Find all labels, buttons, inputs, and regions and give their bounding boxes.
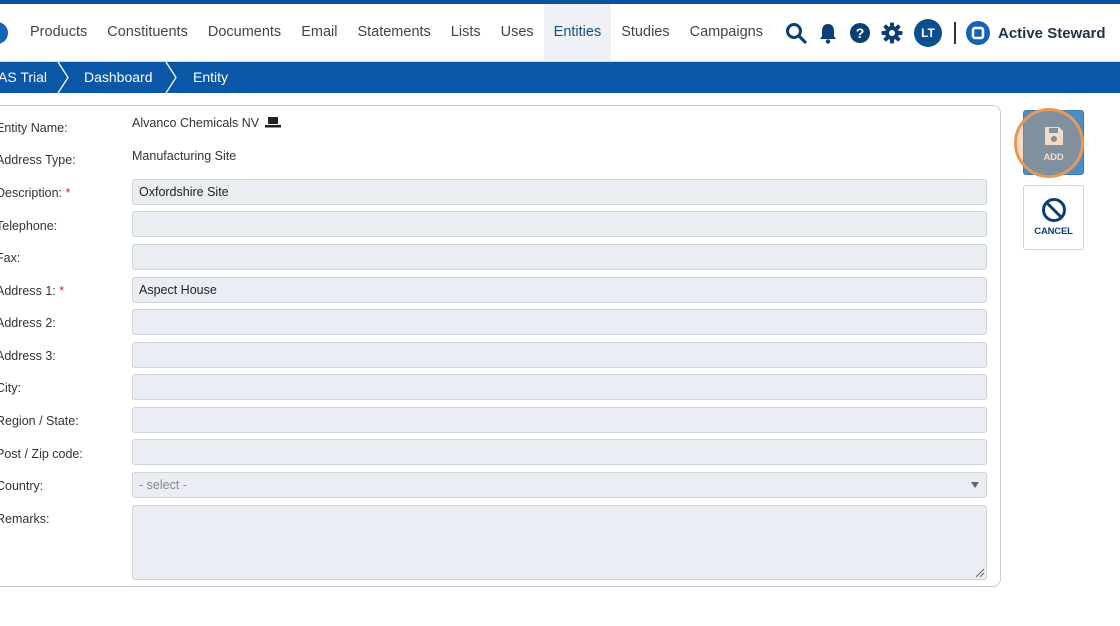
entity-name-label: Entity Name: — [0, 121, 68, 135]
fax-field[interactable] — [132, 244, 987, 270]
address3-label: Address 3: — [0, 349, 56, 363]
cancel-icon — [1041, 198, 1066, 222]
gear-icon[interactable] — [880, 21, 904, 45]
telephone-label: Telephone: — [0, 219, 58, 233]
add-button-label: ADD — [1043, 152, 1064, 163]
user-avatar[interactable]: LT — [914, 19, 942, 47]
address1-label: Address 1: * — [0, 284, 65, 298]
city-field[interactable] — [132, 374, 987, 400]
address-type-value: Manufacturing Site — [132, 149, 237, 163]
top-navbar: Products Constituents Documents Email St… — [0, 0, 1120, 62]
save-icon — [1044, 127, 1063, 145]
nav-email[interactable]: Email — [291, 4, 347, 61]
postcode-label: Post / Zip code: — [0, 447, 83, 461]
nav-uses[interactable]: Uses — [491, 4, 544, 61]
bell-icon[interactable] — [816, 21, 840, 45]
search-icon[interactable] — [784, 21, 808, 45]
nav-products[interactable]: Products — [20, 4, 97, 61]
address1-field[interactable]: Aspect House — [132, 277, 987, 303]
brand[interactable]: Active Steward — [966, 21, 1106, 45]
brand-logo-icon — [966, 21, 990, 45]
cancel-button-label: CANCEL — [1034, 226, 1073, 237]
description-field[interactable]: Oxfordshire Site — [132, 179, 987, 205]
entity-name-value: Alvanco Chemicals NV — [132, 116, 281, 130]
remarks-textarea[interactable] — [132, 505, 987, 580]
nav-statements[interactable]: Statements — [347, 4, 440, 61]
nav-studies[interactable]: Studies — [611, 4, 679, 61]
required-mark: * — [65, 186, 71, 200]
remarks-label: Remarks: — [0, 512, 50, 526]
address-type-label: Address Type: — [0, 153, 76, 167]
resize-handle-icon[interactable] — [975, 568, 985, 578]
app-logo-icon[interactable] — [0, 22, 8, 44]
address2-field[interactable] — [132, 309, 987, 335]
nav-constituents[interactable]: Constituents — [97, 4, 198, 61]
postcode-field[interactable] — [132, 439, 987, 465]
add-button[interactable]: ADD — [1023, 110, 1084, 175]
laptop-icon[interactable] — [264, 116, 281, 128]
breadcrumb-item-dashboard[interactable]: Dashboard — [84, 62, 153, 93]
brand-name: Active Steward — [998, 24, 1106, 42]
help-icon[interactable]: ? — [848, 21, 872, 45]
nav-lists[interactable]: Lists — [441, 4, 491, 61]
chevron-down-icon — [971, 482, 979, 488]
breadcrumb-item-entity[interactable]: Entity — [193, 62, 228, 93]
country-label: Country: — [0, 479, 44, 493]
breadcrumb-item-trial[interactable]: AS Trial — [0, 62, 47, 93]
svg-text:?: ? — [856, 25, 865, 41]
main-nav: Products Constituents Documents Email St… — [20, 4, 773, 61]
cancel-button[interactable]: CANCEL — [1023, 185, 1084, 250]
address2-label: Address 2: — [0, 316, 56, 330]
region-label: Region / State: — [0, 414, 79, 428]
breadcrumb-chevrons — [57, 62, 177, 93]
fax-label: Fax: — [0, 251, 21, 265]
country-select[interactable]: - select - — [132, 472, 987, 498]
telephone-field[interactable] — [132, 211, 987, 237]
city-label: City: — [0, 381, 21, 395]
nav-documents[interactable]: Documents — [198, 4, 291, 61]
header-tools: ? LT Active Steward — [784, 18, 1106, 48]
address3-field[interactable] — [132, 342, 987, 368]
nav-campaigns[interactable]: Campaigns — [680, 4, 773, 61]
region-field[interactable] — [132, 407, 987, 433]
header-divider — [954, 22, 956, 44]
breadcrumb: AS Trial Dashboard Entity — [0, 62, 1120, 93]
required-mark: * — [59, 284, 65, 298]
nav-entities[interactable]: Entities — [543, 4, 612, 61]
description-label: Description: * — [0, 186, 71, 200]
country-placeholder: - select - — [139, 478, 187, 492]
